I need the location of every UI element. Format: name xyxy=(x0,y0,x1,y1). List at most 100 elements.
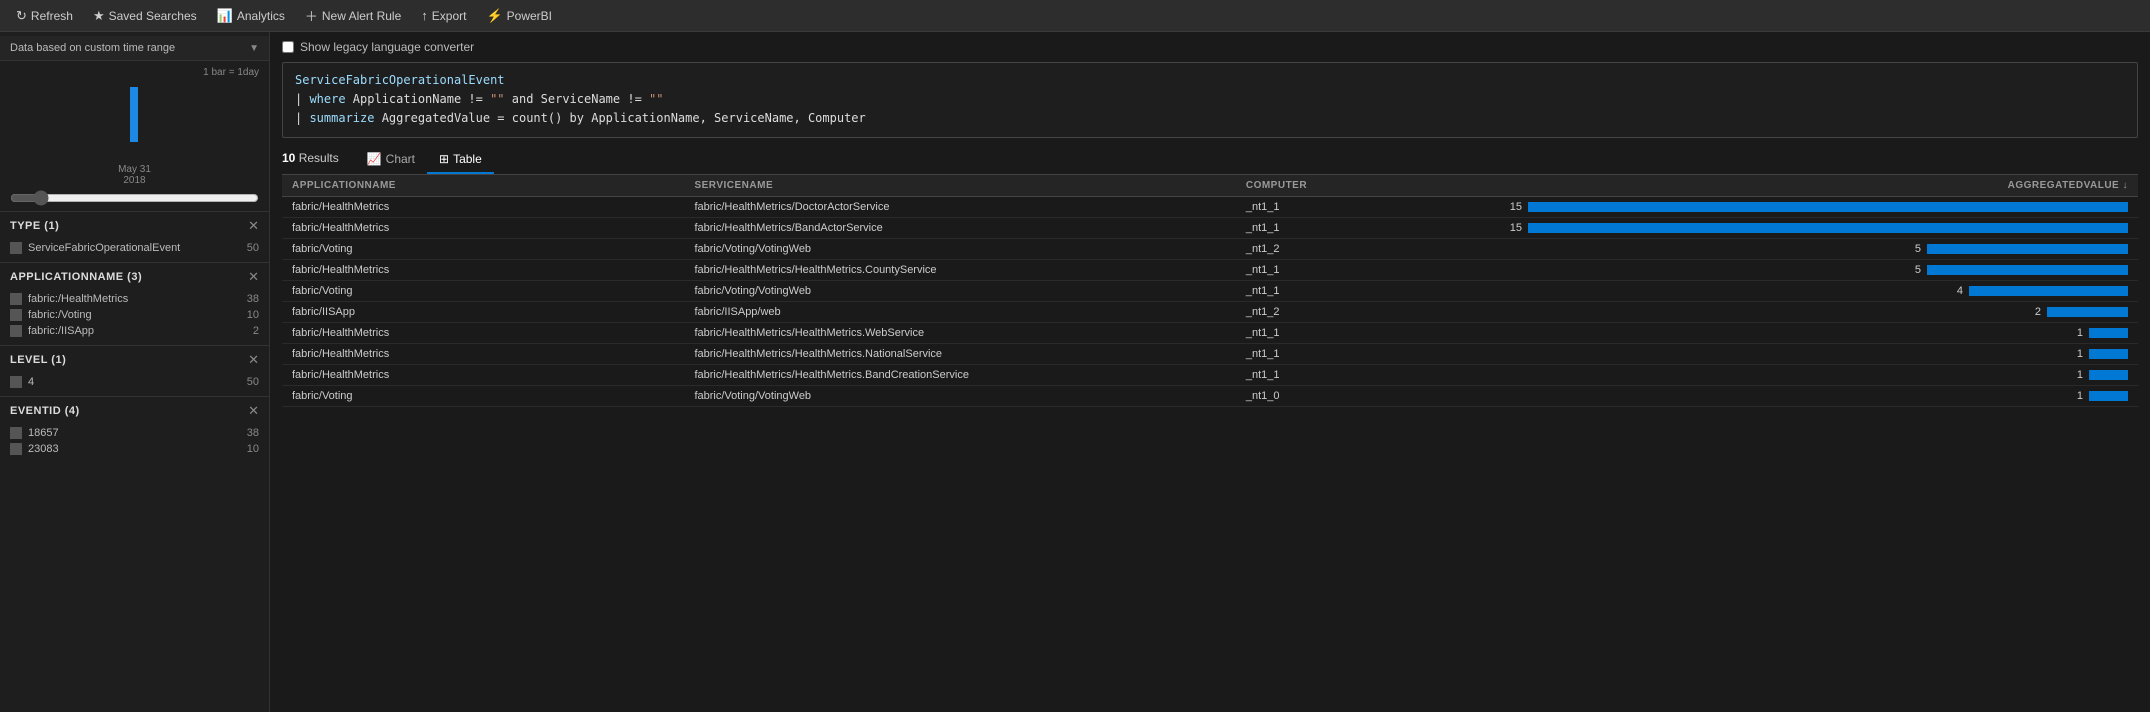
tab-chart[interactable]: 📈 Chart xyxy=(355,148,427,174)
cell-computer: _nt1_1 xyxy=(1236,280,1492,301)
results-count: 10 Results xyxy=(282,151,339,171)
table-row[interactable]: fabric/HealthMetricsfabric/HealthMetrics… xyxy=(282,343,2138,364)
filter-item-count: 50 xyxy=(247,242,259,254)
query-line2: | where ApplicationName != "" and Servic… xyxy=(295,90,2125,109)
legacy-checkbox[interactable] xyxy=(282,41,294,53)
cell-applicationname: fabric/Voting xyxy=(282,280,684,301)
bar-value-label: 1 xyxy=(2063,348,2083,360)
histogram-slider[interactable] xyxy=(10,190,259,206)
filter-item-left: fabric:/IISApp xyxy=(10,325,94,337)
tab-table[interactable]: ⊞ Table xyxy=(427,148,494,174)
filter-item[interactable]: fabric:/Voting10 xyxy=(10,307,259,323)
table-row[interactable]: fabric/HealthMetricsfabric/HealthMetrics… xyxy=(282,259,2138,280)
filter-close-type[interactable]: ✕ xyxy=(248,218,259,234)
export-button[interactable]: ↑ Export xyxy=(413,4,474,27)
bar-value-label: 2 xyxy=(2021,306,2041,318)
bar-cell: 1 xyxy=(1502,348,2128,360)
table-row[interactable]: fabric/Votingfabric/Voting/VotingWeb_nt1… xyxy=(282,385,2138,406)
cell-aggregatedvalue: 15 xyxy=(1492,196,2138,217)
histogram-date: May 312018 xyxy=(10,164,259,186)
filter-section-level: LEVEL (1) ✕ 4 50 xyxy=(0,345,269,396)
plus-icon: ＋ xyxy=(305,6,318,25)
filter-checkbox-icon xyxy=(10,443,22,455)
cell-applicationname: fabric/HealthMetrics xyxy=(282,217,684,238)
powerbi-button[interactable]: ⚡ PowerBI xyxy=(478,4,560,28)
saved-searches-button[interactable]: ★ Saved Searches xyxy=(85,4,205,28)
cell-computer: _nt1_0 xyxy=(1236,385,1492,406)
filter-item-count: 10 xyxy=(247,443,259,455)
legacy-label: Show legacy language converter xyxy=(300,40,474,54)
cell-aggregatedvalue: 2 xyxy=(1492,301,2138,322)
filter-close-applicationname[interactable]: ✕ xyxy=(248,269,259,285)
table-icon: ⊞ xyxy=(439,152,449,166)
cell-applicationname: fabric/HealthMetrics xyxy=(282,259,684,280)
cell-applicationname: fabric/HealthMetrics xyxy=(282,364,684,385)
cell-applicationname: fabric/Voting xyxy=(282,238,684,259)
chart-icon: 📈 xyxy=(367,152,382,166)
cell-aggregatedvalue: 1 xyxy=(1492,385,2138,406)
bar-visual xyxy=(1927,244,2128,254)
bar-visual xyxy=(2047,307,2128,317)
filter-item[interactable]: 4 50 xyxy=(10,374,259,390)
cell-computer: _nt1_1 xyxy=(1236,217,1492,238)
powerbi-icon: ⚡ xyxy=(486,8,502,24)
time-range-header[interactable]: Data based on custom time range ▼ xyxy=(0,36,269,61)
table-row[interactable]: fabric/HealthMetricsfabric/HealthMetrics… xyxy=(282,217,2138,238)
bar-cell: 15 xyxy=(1502,222,2128,234)
bar-value-label: 15 xyxy=(1502,222,1522,234)
table-row[interactable]: fabric/Votingfabric/Voting/VotingWeb_nt1… xyxy=(282,238,2138,259)
filter-item-count: 38 xyxy=(247,427,259,439)
filter-item[interactable]: ServiceFabricOperationalEvent 50 xyxy=(10,240,259,256)
filter-item[interactable]: fabric:/HealthMetrics38 xyxy=(10,291,259,307)
new-alert-button[interactable]: ＋ New Alert Rule xyxy=(297,2,409,29)
filter-title-level: LEVEL (1) xyxy=(10,354,66,366)
cell-servicename: fabric/HealthMetrics/DoctorActorService xyxy=(684,196,1235,217)
filter-item[interactable]: 1865738 xyxy=(10,425,259,441)
cell-computer: _nt1_1 xyxy=(1236,196,1492,217)
filter-item[interactable]: fabric:/IISApp2 xyxy=(10,323,259,339)
table-row[interactable]: fabric/IISAppfabric/IISApp/web_nt1_22 xyxy=(282,301,2138,322)
filter-title-applicationname: APPLICATIONNAME (3) xyxy=(10,271,142,283)
bar-value-label: 1 xyxy=(2063,390,2083,402)
filter-title-eventid: EVENTID (4) xyxy=(10,405,80,417)
cell-aggregatedvalue: 5 xyxy=(1492,259,2138,280)
analytics-button[interactable]: 📊 Analytics xyxy=(209,4,293,28)
bar-visual xyxy=(2089,349,2128,359)
star-icon: ★ xyxy=(93,8,105,24)
filter-section-eventid: EVENTID (4) ✕ 1865738 23083 10 xyxy=(0,396,269,463)
saved-searches-label: Saved Searches xyxy=(109,9,197,23)
bar-visual xyxy=(2089,391,2128,401)
cell-servicename: fabric/Voting/VotingWeb xyxy=(684,238,1235,259)
table-row[interactable]: fabric/HealthMetricsfabric/HealthMetrics… xyxy=(282,196,2138,217)
cell-computer: _nt1_1 xyxy=(1236,322,1492,343)
filter-close-eventid[interactable]: ✕ xyxy=(248,403,259,419)
filter-title-type: TYPE (1) xyxy=(10,220,59,232)
bar-cell: 1 xyxy=(1502,369,2128,381)
filter-close-level[interactable]: ✕ xyxy=(248,352,259,368)
col-applicationname: APPLICATIONNAME xyxy=(282,175,684,197)
filter-checkbox-icon xyxy=(10,242,22,254)
filter-checkbox-icon xyxy=(10,376,22,388)
histogram-canvas xyxy=(10,82,258,162)
table-row[interactable]: fabric/Votingfabric/Voting/VotingWeb_nt1… xyxy=(282,280,2138,301)
table-row[interactable]: fabric/HealthMetricsfabric/HealthMetrics… xyxy=(282,322,2138,343)
refresh-button[interactable]: ↻ Refresh xyxy=(8,4,81,28)
results-bar: 10 Results 📈 Chart ⊞ Table xyxy=(282,148,2138,175)
filter-item-count: 50 xyxy=(247,376,259,388)
col-aggregatedvalue: AGGREGATEDVALUE ↓ xyxy=(1492,175,2138,197)
bar-cell: 5 xyxy=(1502,243,2128,255)
filter-checkbox-icon xyxy=(10,293,22,305)
filter-item-left: fabric:/Voting xyxy=(10,309,92,321)
refresh-label: Refresh xyxy=(31,9,73,23)
cell-computer: _nt1_1 xyxy=(1236,364,1492,385)
table-row[interactable]: fabric/HealthMetricsfabric/HealthMetrics… xyxy=(282,364,2138,385)
cell-servicename: fabric/HealthMetrics/HealthMetrics.WebSe… xyxy=(684,322,1235,343)
filter-item[interactable]: 23083 10 xyxy=(10,441,259,457)
histogram-area: 1 bar = 1day May 312018 xyxy=(0,61,269,211)
filter-item-left: 4 xyxy=(10,376,34,388)
filter-item-left: 23083 xyxy=(10,443,59,455)
cell-applicationname: fabric/HealthMetrics xyxy=(282,322,684,343)
filter-item-left: ServiceFabricOperationalEvent xyxy=(10,242,180,254)
query-box[interactable]: ServiceFabricOperationalEvent | where Ap… xyxy=(282,62,2138,138)
table-scroll-area[interactable]: APPLICATIONNAME SERVICENAME COMPUTER AGG… xyxy=(282,175,2138,704)
